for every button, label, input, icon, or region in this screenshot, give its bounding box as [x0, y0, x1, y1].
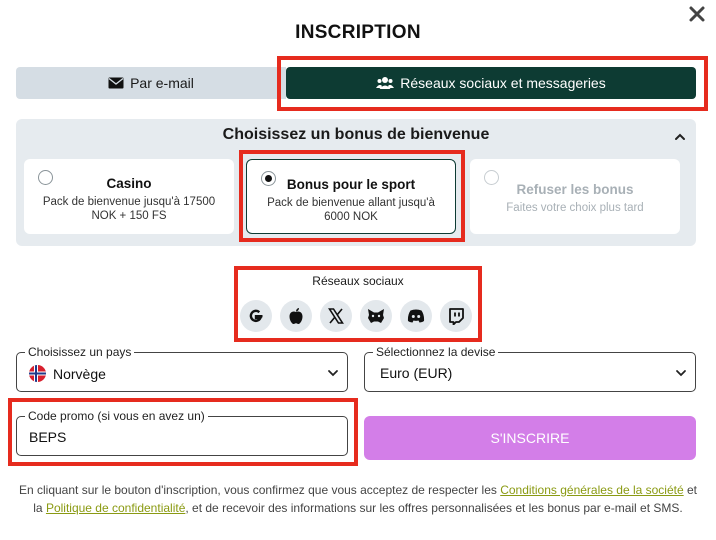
tab-email[interactable]: Par e-mail: [16, 67, 286, 99]
promo-code-field[interactable]: Code promo (si vous en avez un) BEPS: [16, 409, 348, 456]
welcome-bonus-panel: Choisissez un bonus de bienvenue Casino …: [16, 119, 696, 246]
google-button[interactable]: [240, 300, 272, 332]
apple-icon: [289, 308, 303, 324]
radio-sport[interactable]: [261, 171, 276, 186]
bonus-option-desc: Faites votre choix plus tard: [506, 202, 644, 214]
apple-button[interactable]: [280, 300, 312, 332]
terms-link[interactable]: Conditions générales de la société: [500, 483, 683, 497]
legal-text-3: , et de recevoir des informations sur le…: [185, 501, 683, 515]
country-select-value-wrap: Norvège: [29, 365, 106, 382]
envelope-icon: [108, 77, 124, 89]
modal-title: INSCRIPTION: [295, 22, 421, 43]
country-select-value: Norvège: [53, 365, 106, 382]
bonus-option-casino[interactable]: Casino Pack de bienvenue jusqu'à 17500 N…: [24, 159, 234, 234]
metamask-button[interactable]: [360, 300, 392, 332]
bonus-option-name: Casino: [106, 176, 152, 191]
bonus-option-name: Refuser les bonus: [516, 182, 634, 197]
legal-text-1: En cliquant sur le bouton d'inscription,…: [18, 483, 501, 497]
discord-icon: [407, 309, 425, 323]
bonus-option-name: Bonus pour le sport: [286, 177, 416, 192]
twitch-button[interactable]: [440, 300, 472, 332]
radio-refuse[interactable]: [484, 170, 499, 185]
register-button[interactable]: S'INSCRIRE: [364, 416, 696, 460]
chevron-down-icon: [676, 370, 686, 377]
social-networks-row: [240, 300, 472, 332]
currency-select-value: Euro (EUR): [380, 365, 453, 381]
bonus-option-sport[interactable]: Bonus pour le sport Pack de bienvenue al…: [246, 159, 456, 234]
currency-select-label: Sélectionnez la devise: [373, 345, 499, 359]
chevron-up-icon[interactable]: [674, 131, 686, 143]
registration-tabs: Par e-mail Réseaux sociaux et messagerie…: [16, 67, 696, 99]
radio-casino[interactable]: [38, 170, 53, 185]
social-networks-label: Réseaux sociaux: [312, 274, 404, 288]
x-icon: [328, 308, 344, 324]
country-select-label: Choisissez un pays: [25, 345, 135, 359]
tab-email-label: Par e-mail: [130, 75, 194, 91]
privacy-link[interactable]: Politique de confidentialité: [46, 501, 185, 515]
country-select[interactable]: Choisissez un pays Norvège: [16, 345, 348, 392]
legal-notice: En cliquant sur le bouton d'inscription,…: [16, 481, 700, 517]
norway-flag-icon: [29, 365, 46, 382]
bonus-option-desc: Pack de bienvenue jusqu'à 17500 NOK + 15…: [42, 196, 216, 222]
chevron-down-icon: [328, 370, 338, 377]
bonus-option-refuse[interactable]: Refuser les bonus Faites votre choix plu…: [470, 159, 680, 234]
bonus-panel-title: Choisissez un bonus de bienvenue: [222, 126, 490, 143]
currency-select[interactable]: Sélectionnez la devise Euro (EUR): [364, 345, 696, 392]
x-button[interactable]: [320, 300, 352, 332]
metamask-icon: [368, 309, 384, 323]
tab-social[interactable]: Réseaux sociaux et messageries: [286, 67, 696, 99]
tab-social-label: Réseaux sociaux et messageries: [400, 75, 606, 91]
bonus-option-desc: Pack de bienvenue allant jusqu'à 6000 NO…: [267, 197, 435, 223]
twitch-icon: [449, 307, 464, 325]
promo-code-value[interactable]: BEPS: [29, 429, 66, 445]
promo-code-label: Code promo (si vous en avez un): [25, 409, 208, 423]
users-icon: [376, 77, 395, 89]
google-icon: [249, 309, 263, 323]
discord-button[interactable]: [400, 300, 432, 332]
